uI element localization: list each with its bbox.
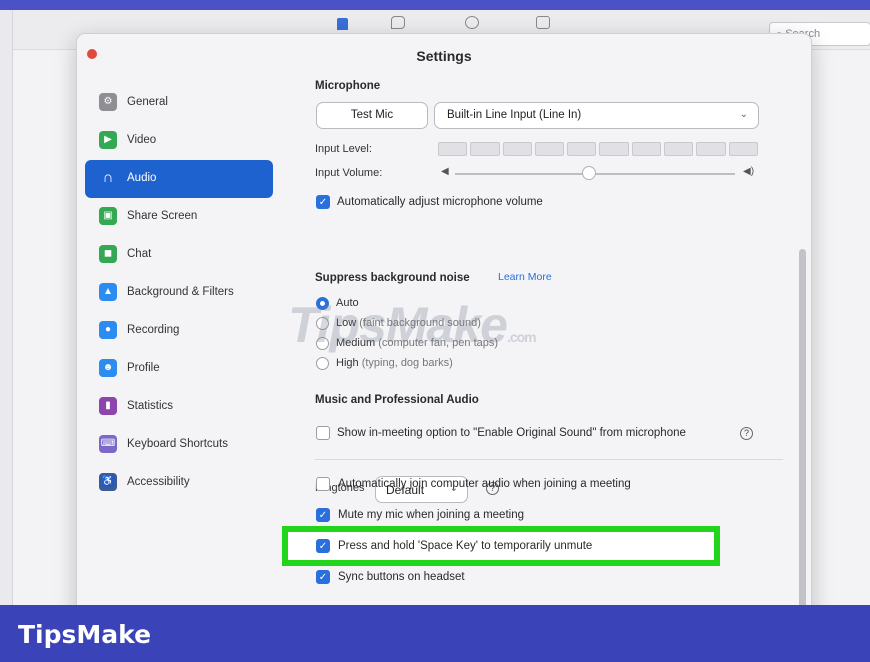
speaker-low-icon: ◀ xyxy=(441,166,449,177)
audio-option-checkbox[interactable]: ✓ xyxy=(316,539,330,553)
home-icon[interactable] xyxy=(337,18,348,30)
share-screen-icon: ▣ xyxy=(99,207,117,225)
sidebar-item-share-screen[interactable]: ▣ Share Screen xyxy=(85,198,273,236)
sidebar-item-audio[interactable]: ∩ Audio xyxy=(85,160,273,198)
clock-icon[interactable] xyxy=(465,16,479,29)
profile-icon: ☻ xyxy=(99,359,117,377)
settings-sidebar: ⚙ General ▶ Video ∩ Audio ▣ Share Screen ◼ Chat ▲ B… xyxy=(85,84,273,502)
sidebar-item-label: Keyboard Shortcuts xyxy=(127,438,229,450)
brand-logo: TipsMake xyxy=(18,620,152,649)
noise-option-label: High (typing, dog barks) xyxy=(336,357,453,369)
sidebar-item-label: Statistics xyxy=(127,400,174,412)
video-icon: ▶ xyxy=(99,131,117,149)
microphone-device: Built-in Line Input (Line In) xyxy=(447,109,582,121)
sidebar-item-statistics[interactable]: ▮ Statistics xyxy=(85,388,273,426)
recording-icon: ● xyxy=(99,321,117,339)
divider xyxy=(315,459,783,460)
auto-adjust-label: Automatically adjust microphone volume xyxy=(337,196,543,208)
background-icon: ▲ xyxy=(99,283,117,301)
audio-option-checkbox[interactable] xyxy=(316,477,330,491)
noise-option-hint: (typing, dog barks) xyxy=(361,357,453,369)
chevron-down-icon: ⌄ xyxy=(739,109,748,120)
accessibility-icon: ♿ xyxy=(99,473,117,491)
watermark-suffix: .com xyxy=(506,329,537,345)
auto-adjust-checkbox[interactable]: ✓ xyxy=(316,195,330,209)
sidebar-item-label: Background & Filters xyxy=(127,286,234,298)
input-volume-knob[interactable] xyxy=(582,166,597,180)
gear-icon: ⚙ xyxy=(99,93,117,111)
sidebar-item-chat[interactable]: ◼ Chat xyxy=(85,236,273,274)
sidebar-item-profile[interactable]: ☻ Profile xyxy=(85,350,273,388)
scrollbar[interactable] xyxy=(799,249,806,622)
sidebar-item-accessibility[interactable]: ♿ Accessibility xyxy=(85,464,273,502)
original-sound-label: Show in-meeting option to "Enable Origin… xyxy=(337,427,686,439)
window-title: Settings xyxy=(416,48,472,64)
watermark-text: TipsMake xyxy=(288,297,508,353)
brand-bar: TipsMake xyxy=(0,605,870,662)
audio-option-label: Mute my mic when joining a meeting xyxy=(338,509,524,521)
sidebar-item-general[interactable]: ⚙ General xyxy=(85,84,273,122)
sidebar-item-label: Recording xyxy=(127,324,180,336)
input-level-label: Input Level: xyxy=(315,143,372,155)
audio-option-label: Sync buttons on headset xyxy=(338,571,465,583)
top-band xyxy=(0,0,870,10)
sidebar-item-keyboard-shortcuts[interactable]: ⌨ Keyboard Shortcuts xyxy=(85,426,273,464)
original-sound-checkbox[interactable] xyxy=(316,426,330,440)
sidebar-item-label: Audio xyxy=(127,172,157,184)
noise-option-name: High xyxy=(336,357,359,369)
audio-option-checkbox[interactable]: ✓ xyxy=(316,508,330,522)
input-volume-label: Input Volume: xyxy=(315,167,383,179)
contacts-icon[interactable] xyxy=(536,16,550,29)
audio-option-label: Press and hold 'Space Key' to temporaril… xyxy=(338,540,593,552)
sidebar-item-label: Profile xyxy=(127,362,160,374)
noise-option-high-radio[interactable] xyxy=(316,357,329,370)
suppress-noise-heading: Suppress background noise xyxy=(315,272,470,284)
chat-icon: ◼ xyxy=(99,245,117,263)
chat-icon[interactable] xyxy=(391,16,405,29)
speaker-high-icon: ◀) xyxy=(743,166,755,177)
audio-option-checkbox[interactable]: ✓ xyxy=(316,570,330,584)
sidebar-item-label: Share Screen xyxy=(127,210,198,222)
input-level-meter xyxy=(438,142,758,156)
sidebar-item-label: General xyxy=(127,96,168,108)
sidebar-item-label: Accessibility xyxy=(127,476,190,488)
sidebar-item-recording[interactable]: ● Recording xyxy=(85,312,273,350)
sidebar-item-video[interactable]: ▶ Video xyxy=(85,122,273,160)
audio-option-label: Automatically join computer audio when j… xyxy=(338,478,631,490)
title-bar: Settings xyxy=(77,34,811,76)
learn-more-link[interactable]: Learn More xyxy=(498,271,552,283)
headphones-icon: ∩ xyxy=(102,169,114,186)
sidebar-item-background-filters[interactable]: ▲ Background & Filters xyxy=(85,274,273,312)
music-audio-heading: Music and Professional Audio xyxy=(315,394,479,406)
sidebar-item-label: Video xyxy=(127,134,157,146)
test-mic-button[interactable]: Test Mic xyxy=(316,102,428,129)
microphone-select[interactable]: Built-in Line Input (Line In) ⌄ xyxy=(434,102,759,129)
help-icon[interactable]: ? xyxy=(740,427,753,440)
statistics-icon: ▮ xyxy=(99,397,117,415)
microphone-heading: Microphone xyxy=(315,80,381,92)
watermark: TipsMake.com xyxy=(288,296,537,354)
keyboard-icon: ⌨ xyxy=(99,435,117,453)
sidebar-item-label: Chat xyxy=(127,248,152,260)
